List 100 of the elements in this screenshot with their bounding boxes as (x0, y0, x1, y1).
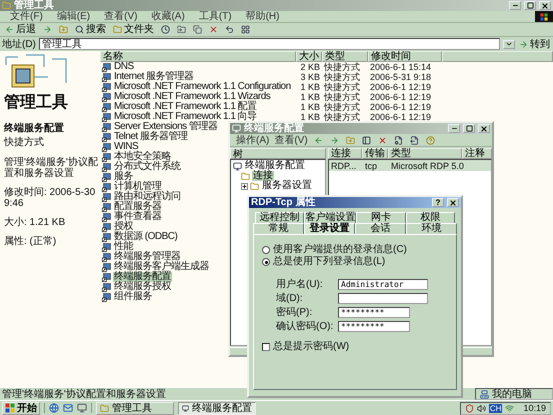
toolbar-button[interactable] (360, 136, 372, 144)
menu-item[interactable]: 帮助(H) (246, 11, 280, 22)
file-name[interactable]: 组件服务 (113, 292, 153, 302)
file-name[interactable]: Microsoft .NET Framework 1.1 配置 (113, 102, 258, 112)
column-header[interactable]: 类型 (388, 148, 462, 159)
column-header[interactable]: 修改时间 (368, 51, 442, 62)
input-field[interactable]: ********* (338, 321, 410, 332)
input-field[interactable] (338, 293, 428, 304)
file-name[interactable]: 事件查看器 (113, 212, 162, 222)
column-header[interactable]: 名称 (100, 51, 296, 62)
menu-item[interactable]: 工具(T) (198, 11, 232, 22)
input-indicator[interactable]: CH (488, 404, 502, 412)
minimize-button[interactable] (509, 1, 521, 10)
tab[interactable]: 远程控制 (255, 212, 304, 223)
task-button[interactable]: 终端服务配置 (178, 402, 256, 414)
file-name[interactable]: 计算机管理 (113, 182, 162, 192)
tab[interactable]: 登录设置 (304, 223, 355, 234)
task-button[interactable]: 管理工具 (96, 402, 174, 414)
radio-button[interactable] (262, 258, 270, 266)
toolbar-button[interactable]: 搜索 (74, 24, 107, 35)
toolbar-button[interactable] (240, 25, 251, 34)
file-name[interactable]: 路由和远程访问 (113, 192, 182, 202)
file-name[interactable]: Microsoft .NET Framework 1.1 Wizards (113, 92, 272, 102)
toolbar-button[interactable]: 后退 (4, 24, 37, 35)
item-detail: 修改时间: 2006-5-30 9:46 (4, 187, 96, 209)
file-name[interactable]: 终端服务客户端生成器 (113, 262, 210, 272)
toolbar-button[interactable] (224, 25, 235, 34)
connection-row[interactable]: RDP... tcp Microsoft RDP 5.0 (329, 160, 491, 171)
file-name[interactable]: 服务 (113, 172, 134, 182)
toolbar-button[interactable]: 文件夹 (112, 24, 155, 35)
toolbar-button[interactable] (392, 136, 404, 144)
start-button[interactable]: 开始 (2, 402, 40, 414)
tab[interactable]: 环境 (406, 223, 457, 234)
shortcut-icon (102, 92, 111, 102)
file-name[interactable]: 性能 (113, 242, 134, 252)
mail-launch-button[interactable] (63, 403, 73, 413)
close-button[interactable] (478, 124, 490, 133)
toolbar-button[interactable] (192, 25, 203, 34)
input-field[interactable]: Administrator (338, 279, 428, 290)
minimize-button[interactable] (448, 124, 460, 133)
close-button[interactable] (539, 1, 551, 10)
menu-item[interactable]: 查看(V) (104, 11, 138, 22)
radio-option[interactable]: 使用客户端提供的登录信息(C) (262, 245, 448, 255)
checkbox-option[interactable]: 总是提示密码(W) (262, 342, 448, 352)
column-header[interactable]: 类型 (322, 51, 368, 62)
close-button[interactable] (447, 198, 459, 207)
dropdown-button[interactable] (503, 40, 515, 48)
toolbar-button[interactable] (408, 136, 420, 144)
browser-launch-button[interactable] (49, 403, 59, 413)
file-name[interactable]: Internet 服务管理器 (113, 72, 195, 82)
file-name[interactable]: Microsoft .NET Framework 1.1 向导 (113, 112, 258, 122)
export-icon (410, 136, 419, 144)
arrow-right-icon (519, 40, 528, 48)
maximize-button[interactable] (463, 124, 475, 133)
file-name[interactable]: 分布式文件系统 (113, 162, 182, 172)
arrow-left-icon (314, 136, 323, 144)
menu-item[interactable]: 操作(A) (236, 134, 270, 146)
desktop-launch-button[interactable] (77, 403, 87, 413)
file-name[interactable]: 配置服务器 (113, 202, 162, 212)
file-name[interactable]: 本地安全策略 (113, 152, 172, 162)
radio-button[interactable] (262, 246, 270, 254)
file-name[interactable]: 授权 (113, 222, 134, 232)
tab[interactable]: 网卡 (356, 212, 406, 223)
maximize-button[interactable] (524, 1, 536, 10)
toolbar-button[interactable] (176, 25, 187, 34)
file-name[interactable]: 终端服务管理器 (113, 252, 182, 262)
menu-item[interactable]: 查看(V) (274, 134, 308, 146)
close-icon (449, 198, 457, 206)
file-name[interactable]: Telnet 服务器管理 (113, 132, 188, 142)
tab[interactable]: 常规 (253, 223, 304, 234)
column-header[interactable]: 连接 (328, 148, 362, 159)
file-name[interactable]: 终端服务授权 (113, 282, 172, 292)
file-name[interactable]: 终端服务配置 (113, 272, 172, 282)
shortcut-icon (102, 192, 111, 202)
menu-item[interactable]: 文件(F) (10, 11, 43, 22)
radio-option[interactable]: 总是使用下列登录信息(L) (262, 257, 448, 267)
toolbar-button[interactable] (160, 25, 171, 34)
expand-button[interactable] (241, 182, 248, 190)
address-field[interactable]: 管理工具 (38, 38, 500, 50)
file-name[interactable]: WINS (113, 142, 140, 152)
file-name[interactable]: 数据源 (ODBC) (113, 232, 178, 242)
column-header[interactable]: 传输 (362, 148, 388, 159)
tab[interactable]: 客户端设置 (304, 212, 356, 223)
tree-item[interactable]: 终端服务配置 (244, 161, 306, 171)
menu-item[interactable]: 编辑(E) (56, 11, 90, 22)
column-header[interactable]: 大小 (296, 51, 322, 62)
tree-item[interactable]: 连接 (252, 171, 274, 181)
column-header[interactable]: 注释 (462, 148, 492, 159)
file-name[interactable]: DNS (113, 62, 135, 72)
checkbox[interactable] (262, 343, 270, 351)
input-field[interactable]: ********* (338, 307, 410, 318)
file-name[interactable]: Microsoft .NET Framework 1.1 Configuration (113, 82, 292, 92)
file-name[interactable]: Server Extensions 管理器 (113, 122, 218, 132)
menu-item[interactable]: 收藏(A) (151, 11, 185, 22)
tree-item[interactable]: 服务器设置 (261, 181, 313, 191)
go-button[interactable]: 转到 (518, 38, 551, 50)
tab[interactable]: 会话 (355, 223, 406, 234)
tab[interactable]: 权限 (406, 212, 455, 223)
help-button[interactable]: ? (432, 198, 444, 207)
windows-logo-icon (540, 12, 548, 20)
